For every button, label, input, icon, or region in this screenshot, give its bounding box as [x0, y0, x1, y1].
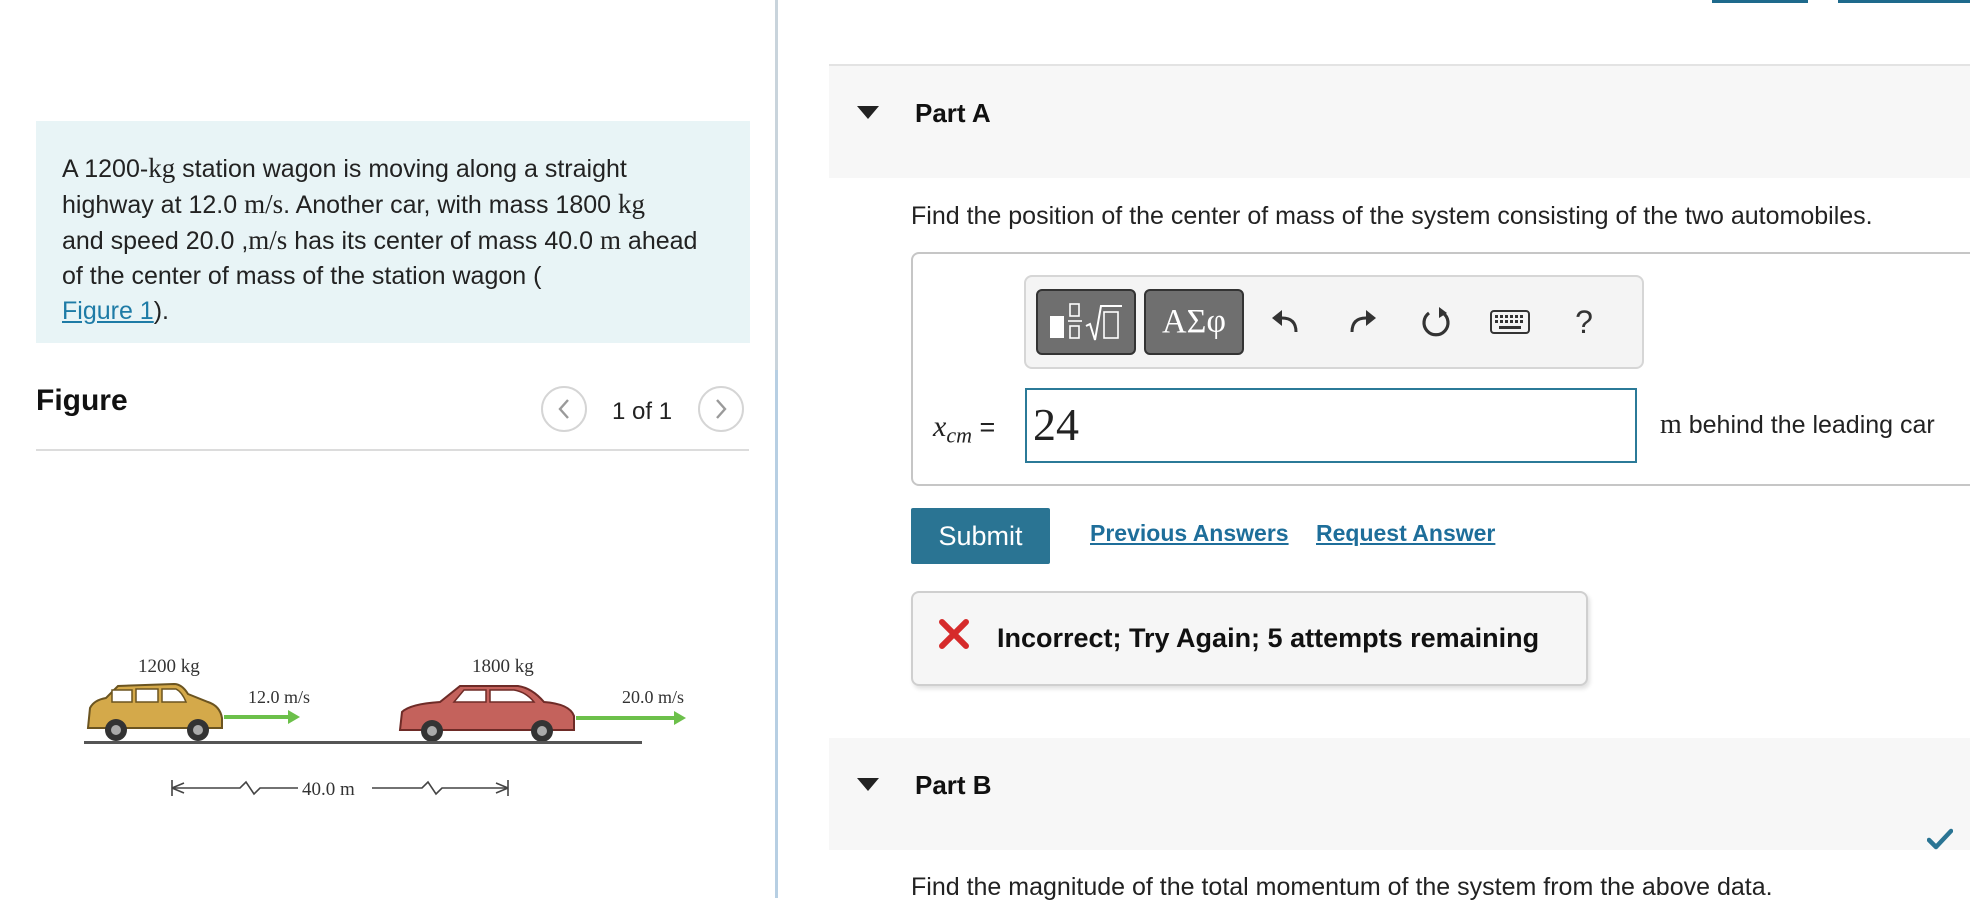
sedan-speed-label: 20.0 m/s — [622, 687, 684, 707]
checkmark-icon — [1927, 828, 1953, 850]
problem-unit: kg — [148, 153, 176, 183]
figure-image: 1200 kg 12.0 m/s 1800 kg 20.0 m/s 40.0 m — [84, 656, 686, 800]
previous-answers-link[interactable]: Previous Answers — [1090, 520, 1289, 547]
figure-link[interactable]: Figure 1 — [62, 297, 154, 325]
keyboard-icon[interactable] — [1488, 300, 1532, 344]
top-tab-indicator[interactable] — [1838, 0, 1970, 3]
problem-unit: m/s — [248, 225, 288, 255]
fraction-sqrt-icon — [1050, 303, 1122, 341]
problem-text: and speed 20.0 , — [62, 227, 249, 255]
distance-label: 40.0 m — [302, 779, 355, 800]
figure-next-button[interactable] — [698, 386, 744, 432]
help-button[interactable]: ? — [1562, 300, 1606, 344]
equals-sign: = — [979, 412, 996, 442]
part-a-header[interactable] — [829, 66, 1970, 178]
equation-variable: x — [933, 410, 947, 443]
problem-statement: A 1200-kg station wagon is moving along … — [36, 121, 750, 343]
problem-text: . Another car, with mass 1800 — [283, 191, 618, 219]
unit-text: behind the leading car — [1681, 411, 1935, 439]
equation-subscript: cm — [946, 422, 972, 448]
incorrect-x-icon — [939, 619, 969, 649]
problem-unit: m — [599, 225, 621, 255]
symbols-button[interactable]: ΑΣφ — [1144, 289, 1244, 355]
part-b-title[interactable]: Part B — [915, 770, 992, 801]
unit-label: m behind the leading car — [1660, 409, 1935, 441]
wagon-speed-label: 12.0 m/s — [248, 687, 310, 707]
redo-icon[interactable] — [1340, 300, 1384, 344]
caret-down-icon[interactable] — [857, 106, 879, 119]
problem-unit: m/s — [244, 189, 284, 219]
figure-title: Figure — [36, 384, 128, 417]
wagon-mass-label: 1200 kg — [138, 656, 200, 677]
answer-input[interactable]: 24 — [1025, 388, 1637, 463]
submit-button[interactable]: Submit — [911, 508, 1050, 564]
figure-prev-button[interactable] — [541, 386, 587, 432]
road-line — [84, 741, 642, 744]
station-wagon-drawing — [86, 682, 223, 741]
chevron-right-icon — [716, 399, 727, 419]
sedan-drawing — [398, 685, 575, 742]
problem-text: A 1200- — [62, 155, 149, 183]
problem-text: has its center of mass 40.0 — [287, 227, 600, 255]
chevron-left-icon — [558, 399, 569, 419]
top-tab-indicator[interactable] — [1712, 0, 1808, 3]
part-a-title[interactable]: Part A — [915, 98, 991, 129]
problem-text: ). — [153, 297, 169, 325]
feedback-message: Incorrect; Try Again; 5 attempts remaini… — [997, 623, 1540, 653]
problem-unit: kg — [618, 189, 645, 219]
sedan-mass-label: 1800 kg — [472, 656, 534, 677]
part-a-question: Find the position of the center of mass … — [911, 202, 1873, 230]
pane-divider-handle[interactable] — [775, 370, 778, 898]
left-pane: A 1200-kg station wagon is moving along … — [0, 0, 776, 898]
undo-icon[interactable] — [1264, 300, 1308, 344]
equation-label: xcm = — [933, 410, 995, 448]
templates-button[interactable] — [1036, 289, 1136, 355]
request-answer-link[interactable]: Request Answer — [1316, 520, 1495, 547]
caret-down-icon[interactable] — [857, 778, 879, 791]
unit-symbol: m — [1660, 409, 1682, 440]
reset-icon[interactable] — [1414, 300, 1458, 344]
figure-pager: 1 of 1 — [612, 398, 673, 425]
part-b-header[interactable] — [829, 738, 1970, 850]
figure-divider — [36, 449, 749, 451]
